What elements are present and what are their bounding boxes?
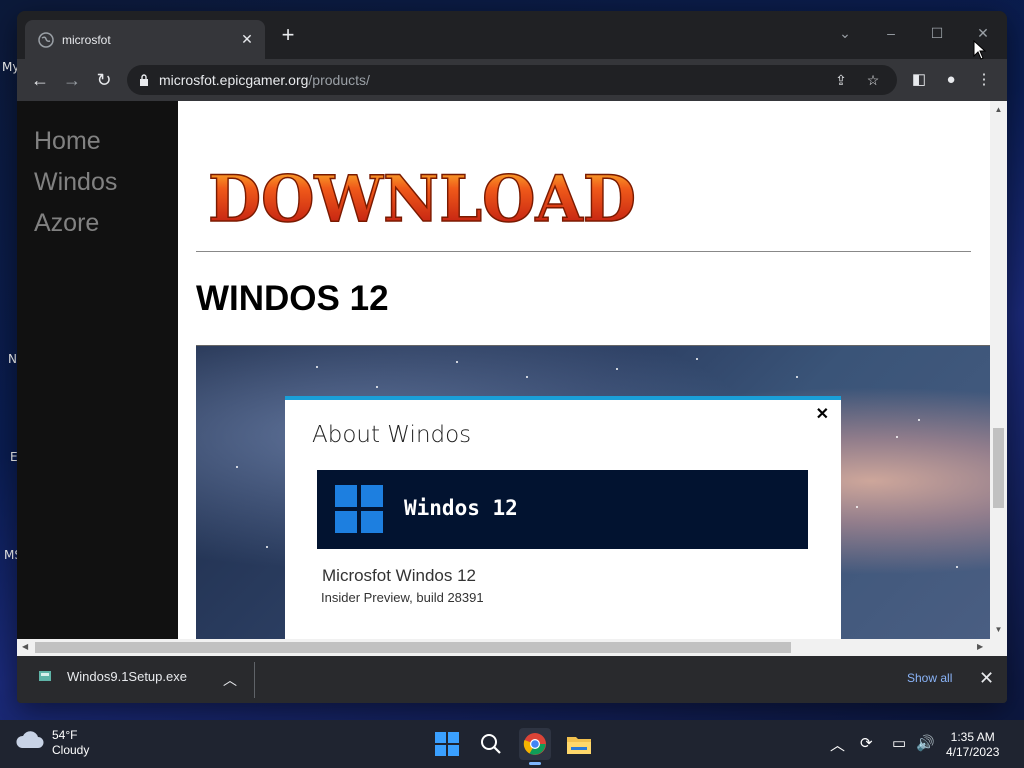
scroll-left-icon[interactable]: ◀ [22, 642, 28, 651]
sync-icon[interactable]: ⟳ [860, 734, 873, 752]
browser-tab[interactable]: microsfot ✕ [25, 20, 265, 59]
vertical-scrollbar[interactable]: ▲ ▼ [990, 101, 1007, 639]
scroll-down-icon[interactable]: ▼ [990, 625, 1007, 634]
new-tab-icon[interactable]: + [277, 24, 299, 46]
installer-file-icon [39, 671, 51, 681]
product-name: Microsfot Windos 12 [322, 566, 476, 585]
download-banner[interactable]: DOWNLOAD [204, 153, 644, 233]
url-path: /products/ [308, 72, 370, 88]
lock-icon [140, 74, 148, 86]
side-panel-icon[interactable]: ◧ [910, 71, 928, 89]
tab-close-icon[interactable]: ✕ [239, 31, 255, 48]
hero-image: About Windos ✕ Windos 12 Microsfot Windo… [196, 345, 990, 639]
windos-banner: Windos 12 [317, 470, 808, 549]
tab-search-icon[interactable]: ⌄ [835, 25, 855, 42]
back-icon[interactable]: ← [30, 70, 50, 90]
scroll-right-icon[interactable]: ▶ [977, 642, 983, 651]
page-viewport: Home Windos Azore DOWNLOAD WINDOS 12 Abo… [17, 101, 1007, 639]
browser-toolbar: ← → ↻ microsfot.epicgamer.org/products/ … [17, 59, 1007, 101]
tab-title: microsfot [62, 32, 111, 47]
start-button[interactable] [431, 728, 463, 760]
download-filename: Windos9.1Setup.exe [67, 668, 187, 684]
maximize-icon[interactable]: ☐ [927, 25, 947, 42]
weather-widget[interactable]: 54°F Cloudy [16, 728, 89, 758]
main-content: DOWNLOAD WINDOS 12 About Windos ✕ Windos… [178, 101, 990, 639]
sidebar-item-azore[interactable]: Azore [17, 203, 178, 244]
horizontal-scroll-thumb[interactable] [35, 642, 791, 653]
share-icon[interactable]: ⇪ [833, 72, 849, 88]
volume-icon[interactable]: 🔊 [916, 734, 935, 752]
cloud-icon [16, 731, 44, 748]
divider [254, 662, 255, 698]
forward-icon[interactable]: → [62, 70, 82, 90]
globe-icon [38, 31, 54, 48]
sidebar-item-home[interactable]: Home [17, 121, 178, 162]
sidebar-item-windos[interactable]: Windos [17, 162, 178, 203]
chrome-taskbar-button[interactable] [519, 728, 551, 760]
vertical-scroll-thumb[interactable] [993, 428, 1004, 508]
minimize-icon[interactable]: – [881, 25, 901, 41]
clock-time: 1:35 AM [950, 730, 995, 744]
taskbar: 54°F Cloudy ︿ ⟳ ▭ 🔊 1:35 AM 4/17/2023 [0, 720, 1024, 768]
active-indicator [529, 762, 541, 765]
divider [196, 251, 971, 252]
weather-temperature: 54°F [52, 728, 78, 742]
url-domain: microsfot.epicgamer.org [159, 72, 309, 88]
download-bar: Windos9.1Setup.exe ︿ Show all ✕ [17, 656, 1007, 703]
url-text[interactable]: microsfot.epicgamer.org/products/ [159, 72, 833, 88]
search-button[interactable] [475, 728, 507, 760]
search-icon [481, 734, 501, 754]
dialog-title: About Windos [312, 422, 472, 448]
menu-icon[interactable]: ⋮ [975, 71, 993, 89]
banner-brand: Windos 12 [404, 496, 518, 520]
clock-date: 4/17/2023 [946, 745, 1000, 759]
scroll-up-icon[interactable]: ▲ [990, 105, 1007, 114]
address-bar[interactable]: microsfot.epicgamer.org/products/ ⇪ ☆ [127, 65, 897, 95]
mouse-cursor-icon [973, 40, 987, 60]
profile-icon[interactable]: ● [942, 71, 960, 89]
close-download-bar-icon[interactable]: ✕ [979, 668, 994, 689]
about-dialog: About Windos ✕ Windos 12 Microsfot Windo… [285, 396, 841, 639]
windows-logo-icon [335, 485, 383, 533]
windows-start-icon [435, 732, 459, 756]
weather-condition: Cloudy [52, 743, 90, 757]
folder-icon [567, 737, 591, 754]
chrome-icon [523, 733, 546, 755]
download-item[interactable]: Windos9.1Setup.exe [37, 668, 187, 684]
download-banner-text: DOWNLOAD [208, 162, 636, 233]
show-hidden-icons-icon[interactable]: ︿ [830, 734, 845, 755]
tab-strip: microsfot ✕ + ⌄ – ☐ ✕ [17, 11, 1007, 59]
show-all-button[interactable]: Show all [907, 671, 952, 685]
desktop-label: N [8, 352, 17, 366]
clock[interactable]: 1:35 AM 4/17/2023 [946, 730, 999, 760]
sidebar-nav: Home Windos Azore [17, 101, 178, 639]
bookmark-star-icon[interactable]: ☆ [865, 72, 881, 88]
build-info: Insider Preview, build 28391 [321, 590, 484, 605]
reload-icon[interactable]: ↻ [94, 70, 114, 90]
file-explorer-button[interactable] [563, 728, 595, 760]
page-title: WINDOS 12 [196, 279, 389, 318]
chevron-up-icon[interactable]: ︿ [223, 670, 237, 690]
browser-window: microsfot ✕ + ⌄ – ☐ ✕ ← → ↻ microsfot.ep… [17, 11, 1007, 703]
dialog-close-icon[interactable]: ✕ [816, 404, 829, 424]
network-icon[interactable]: ▭ [892, 734, 906, 752]
horizontal-scrollbar[interactable]: ◀ ▶ [17, 639, 1007, 656]
